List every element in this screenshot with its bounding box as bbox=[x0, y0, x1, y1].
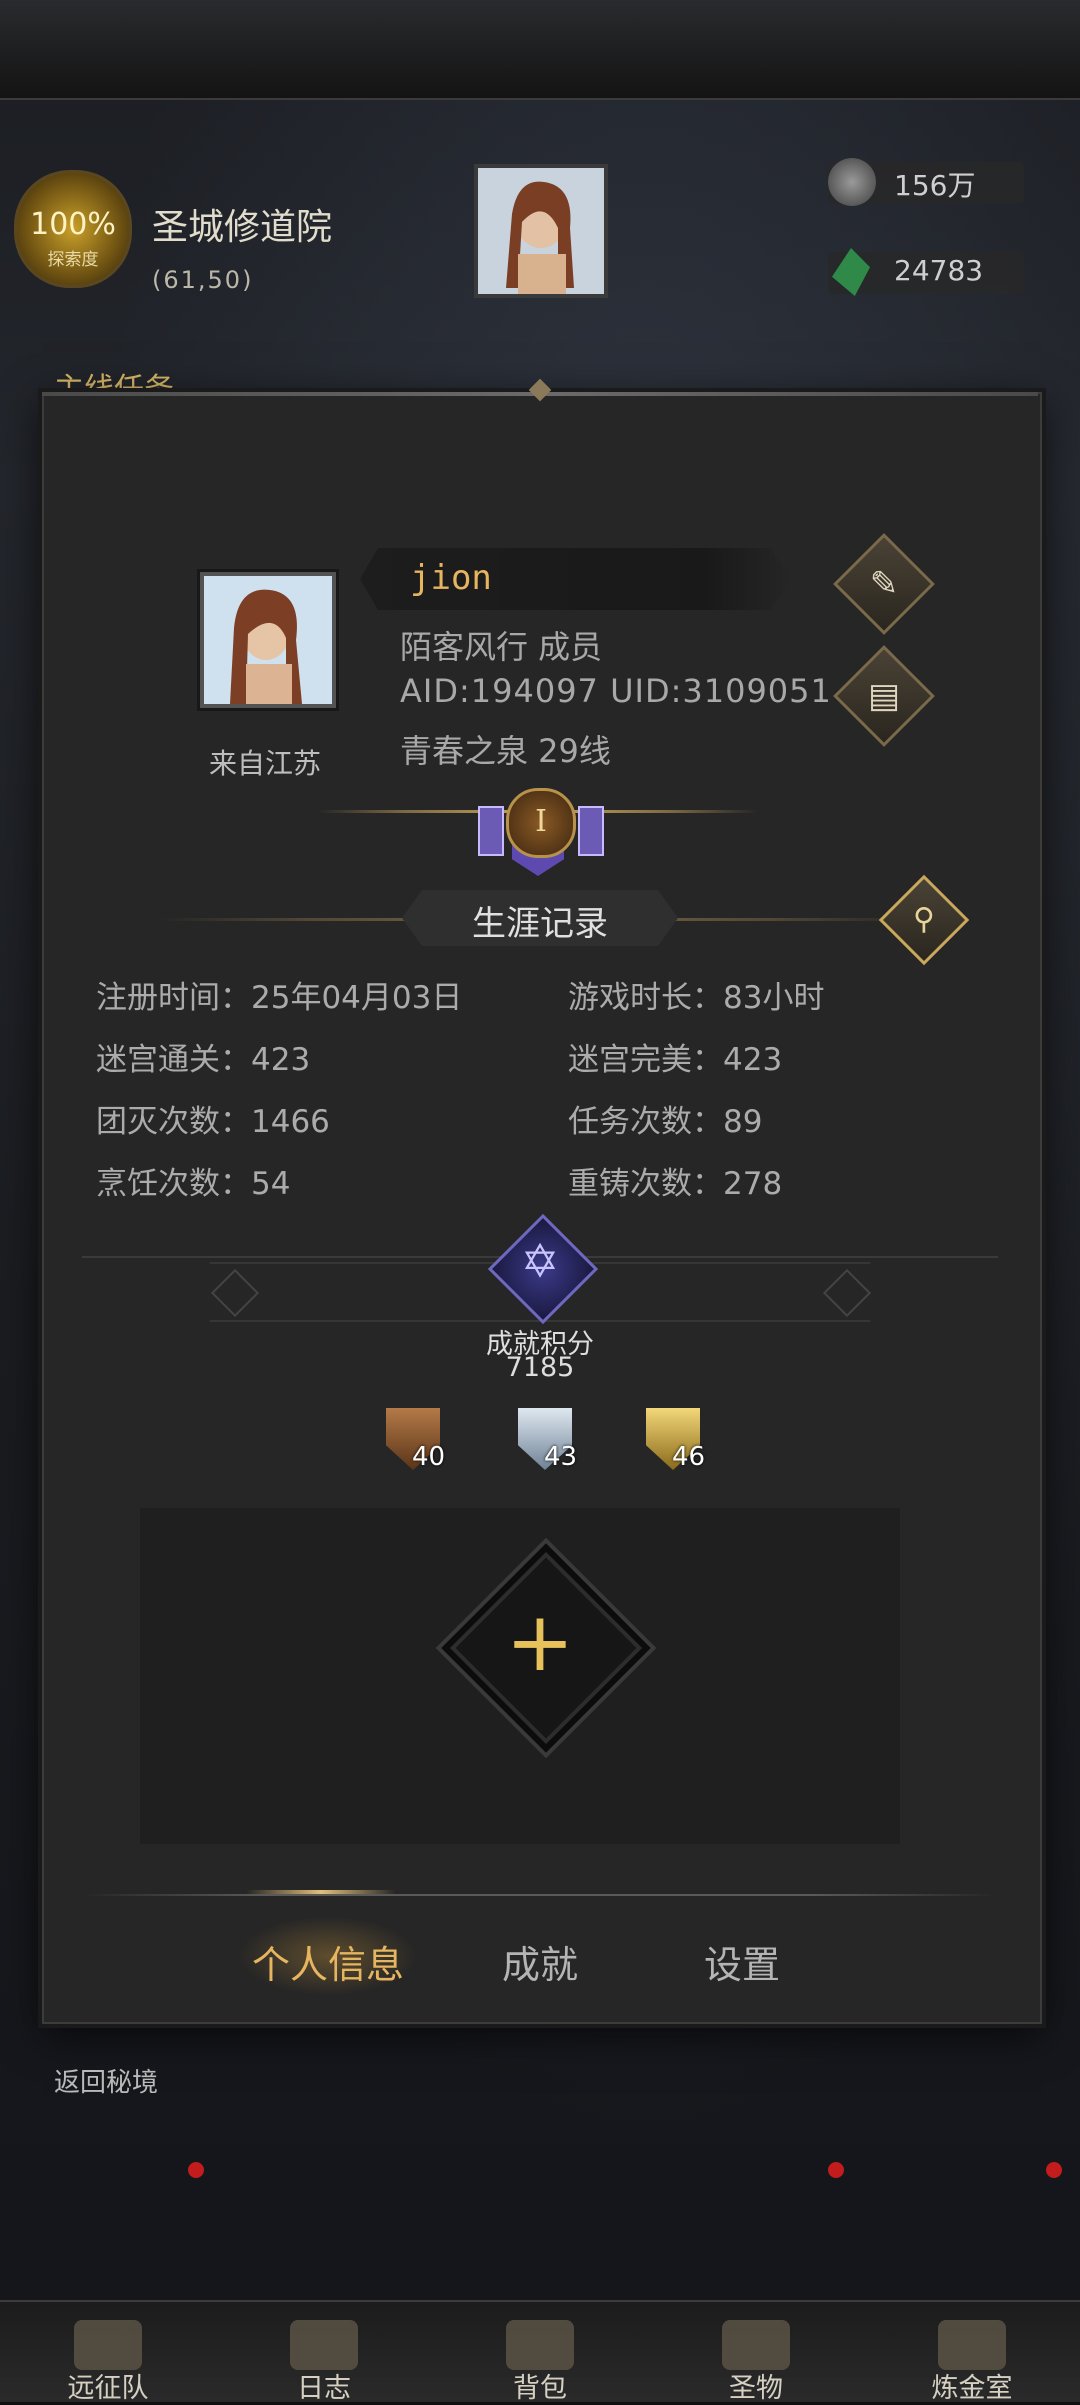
nav-journal-label: 日志 bbox=[297, 2373, 351, 2404]
return-to-realm-label[interactable]: 返回秘境 bbox=[54, 2062, 158, 2099]
tab-achievements[interactable]: 成就 bbox=[430, 1934, 650, 1989]
plus-icon: + bbox=[505, 1595, 575, 1690]
player-ids: AID:194097 UID:3109051 bbox=[400, 672, 832, 710]
exploration-label: 探索度 bbox=[47, 250, 99, 270]
achievement-star-icon: ✡ bbox=[520, 1234, 560, 1288]
silver-badge-count: 43 bbox=[544, 1442, 578, 1472]
nav-relics-label: 圣物 bbox=[729, 2373, 783, 2404]
gold-badge-count: 46 bbox=[672, 1442, 706, 1472]
player-avatar[interactable] bbox=[200, 572, 336, 708]
stat-reforge: 重铸次数：278 bbox=[568, 1166, 783, 1202]
player-server: 青春之泉 29线 bbox=[400, 732, 611, 770]
stat-maze-perfect: 迷宫完美：423 bbox=[568, 1042, 783, 1078]
tab-settings[interactable]: 设置 bbox=[632, 1934, 852, 1989]
nav-backpack-label: 背包 bbox=[513, 2373, 567, 2404]
nav-alchemy[interactable]: 炼金室 bbox=[864, 2316, 1080, 2404]
player-hometown: 来自江苏 bbox=[208, 747, 321, 780]
notification-dot bbox=[188, 2162, 204, 2178]
hero-portrait-art bbox=[478, 168, 604, 294]
player-name: jion bbox=[410, 558, 492, 598]
bronze-badge-count: 40 bbox=[412, 1442, 446, 1472]
career-title: 生涯记录 bbox=[472, 904, 608, 944]
exploration-meter[interactable]: 100% 探索度 bbox=[14, 170, 132, 288]
nav-relics[interactable]: 圣物 bbox=[648, 2316, 864, 2404]
stat-cooking: 烹饪次数：54 bbox=[96, 1166, 291, 1202]
journal-icon bbox=[290, 2320, 358, 2370]
relic-icon bbox=[722, 2320, 790, 2370]
rank-ribbon-left bbox=[478, 806, 504, 856]
quill-icon: ✎ bbox=[869, 564, 899, 604]
nav-alchemy-label: 炼金室 bbox=[931, 2373, 1013, 2404]
tabs-divider bbox=[82, 1894, 998, 1896]
silver-value: 156万 bbox=[894, 169, 976, 202]
silver-coin-icon bbox=[828, 158, 876, 206]
gem-value: 24783 bbox=[894, 254, 984, 287]
stat-play-time: 游戏时长：83小时 bbox=[568, 980, 825, 1016]
location-coords: (61,50) bbox=[152, 266, 254, 294]
player-guild: 陌客风行 成员 bbox=[400, 628, 603, 666]
avatar-art bbox=[204, 576, 332, 704]
helmet-icon bbox=[74, 2320, 142, 2370]
tab-personal-info[interactable]: 个人信息 bbox=[218, 1934, 438, 1989]
rank-emblem[interactable]: I bbox=[506, 788, 576, 858]
stat-maze-clears: 迷宫通关：423 bbox=[96, 1042, 311, 1078]
top-frame bbox=[0, 0, 1080, 100]
active-tab-indicator bbox=[246, 1890, 396, 1894]
nav-expedition[interactable]: 远征队 bbox=[0, 2316, 216, 2404]
nav-expedition-label: 远征队 bbox=[67, 2373, 149, 2404]
location-name: 圣城修道院 bbox=[152, 207, 333, 248]
notification-dot bbox=[1046, 2162, 1062, 2178]
nav-journal[interactable]: 日志 bbox=[216, 2316, 432, 2404]
stat-wipes: 团灭次数：1466 bbox=[96, 1104, 330, 1140]
achievement-score: 7185 bbox=[505, 1352, 575, 1383]
backpack-icon bbox=[506, 2320, 574, 2370]
notification-dot bbox=[828, 2162, 844, 2178]
hud-hero-portrait[interactable] bbox=[474, 164, 608, 298]
nav-backpack[interactable]: 背包 bbox=[432, 2316, 648, 2404]
alchemy-icon bbox=[938, 2320, 1006, 2370]
stat-register-time: 注册时间：25年04月03日 bbox=[96, 980, 463, 1016]
document-icon: ▤ bbox=[867, 676, 901, 716]
stat-quests: 任务次数：89 bbox=[568, 1104, 763, 1140]
magnifier-icon: ⚲ bbox=[913, 902, 935, 937]
exploration-percent: 100% bbox=[30, 207, 116, 242]
rank-ribbon-right bbox=[578, 806, 604, 856]
